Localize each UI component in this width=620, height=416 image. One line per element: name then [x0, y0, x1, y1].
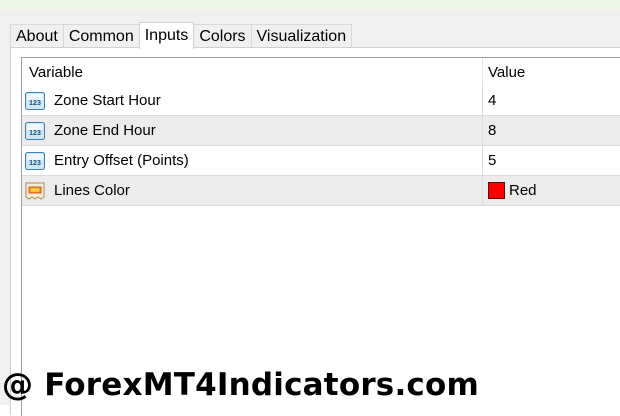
tab-about[interactable]: About — [10, 24, 64, 48]
column-header-variable[interactable]: Variable — [22, 58, 481, 86]
value-cell[interactable]: 8 — [482, 116, 620, 145]
color-swatch — [488, 182, 505, 199]
inputs-grid: Variable Value 123 Zone Start Hour 4 123… — [21, 57, 620, 416]
value-text: 5 — [488, 152, 497, 169]
value-text: 8 — [488, 122, 497, 139]
table-row[interactable]: 123 Zone Start Hour 4 — [22, 86, 620, 116]
value-text: Red — [509, 182, 537, 199]
tab-common[interactable]: Common — [62, 24, 140, 48]
variable-name: Entry Offset (Points) — [54, 152, 189, 169]
grid-header: Variable Value — [22, 58, 620, 86]
table-row[interactable]: 123 Entry Offset (Points) 5 — [22, 146, 620, 176]
value-text: 4 — [488, 92, 497, 109]
color-palette-icon — [25, 182, 45, 200]
numeric-123-icon: 123 — [25, 151, 45, 170]
watermark-text: @ ForexMT4Indicators.com — [2, 367, 480, 403]
value-cell[interactable]: Red — [482, 176, 620, 205]
variable-cell: 123 Zone Start Hour — [22, 86, 481, 115]
svg-text:123: 123 — [29, 160, 41, 167]
indicator-properties-dialog: About Common Inputs Colors Visualization… — [0, 10, 620, 416]
variable-cell: 123 Zone End Hour — [22, 116, 481, 145]
tab-inputs[interactable]: Inputs — [138, 22, 195, 49]
table-row[interactable]: Lines Color Red — [22, 176, 620, 206]
tab-bar: About Common Inputs Colors Visualization — [10, 22, 353, 49]
tab-colors[interactable]: Colors — [193, 24, 252, 48]
variable-name: Zone End Hour — [54, 122, 156, 139]
svg-text:123: 123 — [29, 100, 41, 107]
svg-text:123: 123 — [29, 130, 41, 137]
table-row[interactable]: 123 Zone End Hour 8 — [22, 116, 620, 146]
variable-cell: 123 Entry Offset (Points) — [22, 146, 481, 175]
numeric-123-icon: 123 — [25, 91, 45, 110]
tab-visualization[interactable]: Visualization — [250, 24, 353, 48]
inputs-panel: Variable Value 123 Zone Start Hour 4 123… — [10, 47, 620, 416]
variable-cell: Lines Color — [22, 176, 481, 205]
numeric-123-icon: 123 — [25, 121, 45, 140]
value-cell[interactable]: 4 — [482, 86, 620, 115]
variable-name: Zone Start Hour — [54, 92, 161, 109]
window-top-strip — [0, 0, 620, 10]
column-header-value[interactable]: Value — [482, 58, 620, 86]
variable-name: Lines Color — [54, 182, 130, 199]
value-cell[interactable]: 5 — [482, 146, 620, 175]
